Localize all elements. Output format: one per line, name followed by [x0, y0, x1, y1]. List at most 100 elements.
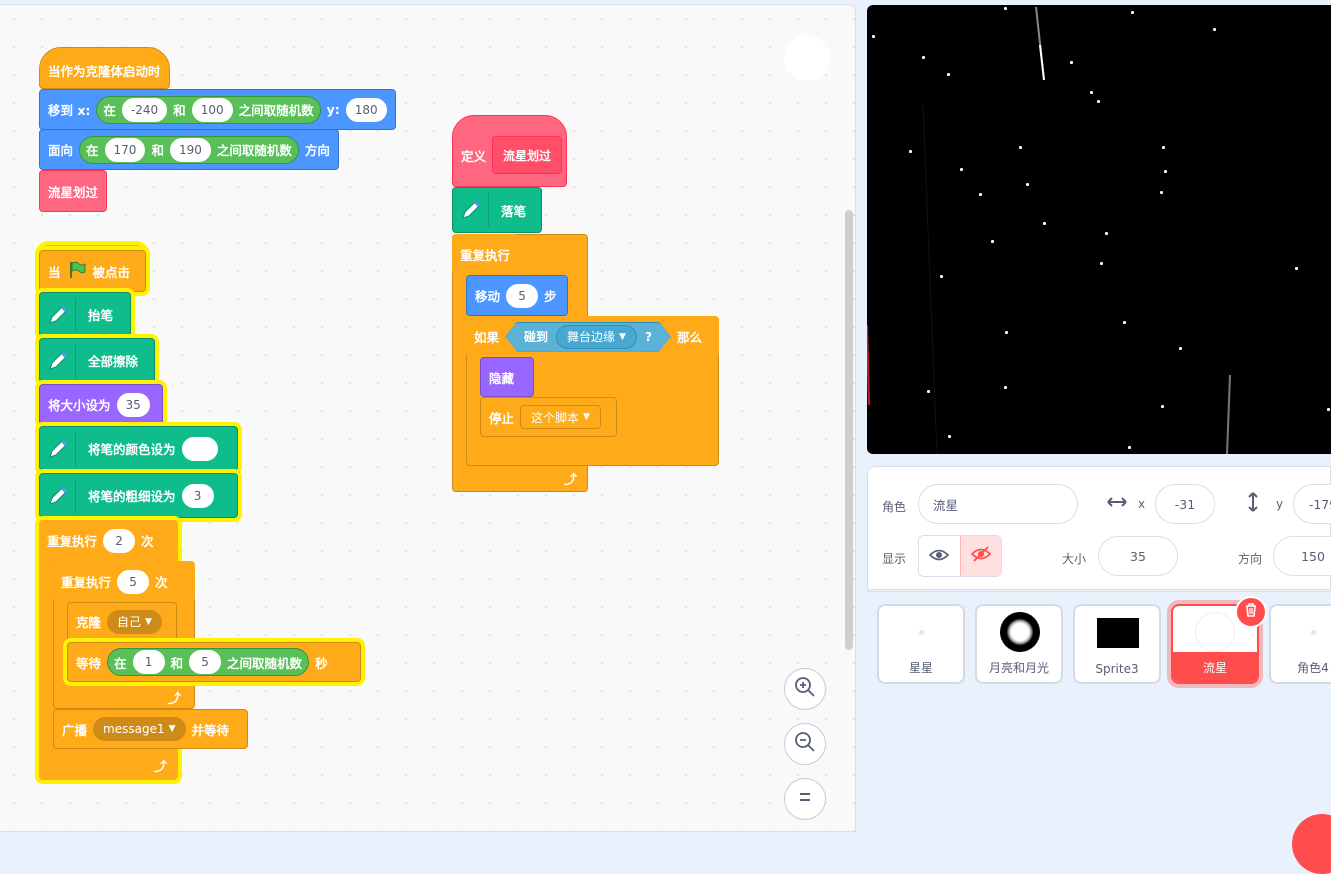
wait-block[interactable]: 等待 在 1 和 5 之间取随机数 秒 — [67, 642, 361, 682]
block-label: 重复执行 — [47, 534, 98, 549]
random-from-input[interactable]: -240 — [121, 97, 168, 122]
random-operator[interactable]: 在 1 和 5 之间取随机数 — [107, 648, 310, 676]
op-label: 在 — [103, 103, 116, 118]
random-to-input[interactable]: 100 — [191, 97, 233, 122]
random-from-input[interactable]: 170 — [104, 137, 146, 162]
when-flag-clicked-hat[interactable]: 当 被点击 — [39, 250, 146, 292]
workspace-scrollbar[interactable] — [845, 210, 853, 650]
block-label: 将大小设为 — [48, 398, 111, 413]
stage-canvas[interactable] — [867, 5, 1331, 454]
point-in-direction-block[interactable]: 面向 在 170 和 190 之间取随机数 方向 — [39, 129, 339, 170]
create-clone-block[interactable]: 克隆 自己 ▼ — [67, 602, 177, 641]
random-operator[interactable]: 在 -240 和 100 之间取随机数 — [96, 95, 321, 124]
caret-down-icon: ▼ — [168, 724, 176, 734]
star — [909, 150, 912, 153]
stop-block[interactable]: 停止 这个脚本 ▼ — [480, 397, 617, 437]
direction-input[interactable]: 150 — [1273, 536, 1331, 576]
sprite-tile-label: 月亮和月光 — [988, 661, 1049, 675]
touching-target-dropdown[interactable]: 舞台边缘 ▼ — [556, 325, 637, 349]
visibility-toggle — [918, 535, 1002, 577]
zoom-in-button[interactable] — [784, 668, 826, 710]
block-label: 移动 — [475, 289, 501, 304]
star — [947, 73, 950, 76]
set-pen-size-block[interactable]: 将笔的粗细设为 3 — [39, 473, 238, 518]
star — [1004, 386, 1007, 389]
repeat-count-input[interactable]: 2 — [103, 528, 136, 553]
star — [1004, 7, 1007, 10]
sprite-tile-label: 流星 — [1202, 661, 1227, 675]
star — [1123, 321, 1126, 324]
op-label: 之间取随机数 — [238, 103, 314, 118]
broadcast-message-dropdown[interactable]: message1 ▼ — [93, 717, 186, 741]
block-label: 方向 — [304, 143, 330, 158]
size-input[interactable]: 35 — [116, 392, 150, 417]
sprite-tile-moon[interactable]: 月亮和月光 — [975, 604, 1063, 684]
op-label: 和 — [151, 143, 164, 158]
custom-block-name: 流星划过 — [503, 148, 552, 163]
show-button[interactable] — [919, 536, 960, 576]
steps-input[interactable]: 5 — [506, 283, 539, 308]
block-label: 全部擦除 — [88, 354, 139, 369]
sprite-tile-sprite3[interactable]: Sprite3 — [1073, 604, 1161, 684]
random-to-input[interactable]: 5 — [189, 650, 222, 674]
delete-sprite-button[interactable] — [1235, 596, 1267, 628]
pen-size-input[interactable]: 3 — [181, 483, 214, 508]
block-label: 重复执行 — [460, 248, 511, 263]
sprite-list: 星星 月亮和月光 Sprite3 流星 角色4 — [867, 591, 1331, 874]
repeat-count-input[interactable]: 5 — [117, 569, 150, 594]
sprite-tile-star[interactable]: 星星 — [877, 604, 965, 684]
hide-button[interactable] — [959, 536, 1001, 576]
star — [1164, 170, 1167, 173]
op-label: 之间取随机数 — [216, 143, 292, 158]
block-label: 步 — [544, 289, 557, 304]
pen-down-block[interactable]: 落笔 — [452, 187, 542, 233]
block-label: 广播 — [62, 722, 88, 738]
x-input[interactable]: -31 — [1155, 484, 1215, 524]
star — [991, 240, 994, 243]
dropdown-value: message1 — [103, 722, 165, 736]
go-to-xy-block[interactable]: 移到 x: 在 -240 和 100 之间取随机数 y: 180 — [39, 89, 396, 130]
y-input[interactable]: 180 — [345, 97, 387, 122]
size-input[interactable]: 35 — [1098, 536, 1178, 576]
random-to-input[interactable]: 190 — [169, 137, 211, 162]
broadcast-and-wait-block[interactable]: 广播 message1 ▼ 并等待 — [53, 709, 248, 749]
zoom-reset-button[interactable] — [784, 778, 826, 820]
y-input[interactable]: -179 — [1293, 484, 1331, 524]
block-label: 落笔 — [501, 203, 527, 219]
star — [1295, 267, 1298, 270]
pen-icon — [40, 343, 76, 378]
block-label: 移到 x: — [48, 103, 91, 118]
block-label: 停止 — [489, 410, 515, 426]
pen-up-block[interactable]: 抬笔 — [39, 292, 131, 337]
color-swatch[interactable] — [181, 436, 218, 461]
move-steps-block[interactable]: 移动 5 步 — [466, 275, 568, 316]
sprite-thumbnail — [1097, 618, 1139, 648]
custom-block-prototype[interactable]: 流星划过 — [492, 136, 563, 174]
hide-block[interactable]: 隐藏 — [480, 357, 534, 397]
star — [1179, 347, 1182, 350]
when-i-start-as-clone-hat[interactable]: 当作为克隆体启动时 — [39, 47, 170, 89]
op-label: 在 — [114, 655, 127, 671]
sprite-tile-sprite4[interactable]: 角色4 — [1269, 604, 1331, 684]
x-label: x — [1138, 497, 1146, 511]
caret-down-icon: ▼ — [145, 616, 152, 627]
random-operator[interactable]: 在 170 和 190 之间取随机数 — [79, 135, 299, 164]
add-sprite-button[interactable] — [1292, 814, 1331, 874]
sprite-name-input[interactable]: 流星 — [918, 484, 1078, 524]
meteor-trail — [922, 104, 938, 454]
zoom-out-button[interactable] — [784, 723, 826, 765]
touching-sensing-block[interactable]: 碰到 舞台边缘 ▼ ? — [505, 322, 671, 352]
block-label: 流星划过 — [48, 184, 99, 200]
call-meteor-block[interactable]: 流星划过 — [39, 170, 108, 212]
code-workspace[interactable]: 当作为克隆体启动时 移到 x: 在 -240 和 100 之间取随机数 y: 1… — [0, 4, 856, 832]
define-block[interactable]: 定义 流星划过 — [452, 115, 567, 187]
random-from-input[interactable]: 1 — [132, 650, 165, 674]
set-size-block[interactable]: 将大小设为 35 — [39, 384, 163, 425]
erase-all-block[interactable]: 全部擦除 — [39, 338, 155, 383]
zoom-in-icon — [794, 676, 816, 702]
block-label: 抬笔 — [88, 308, 114, 323]
clone-target-dropdown[interactable]: 自己 ▼ — [107, 609, 162, 634]
stop-option-dropdown[interactable]: 这个脚本 ▼ — [520, 405, 601, 429]
loop-arrow-icon: ⤴ — [168, 692, 182, 707]
set-pen-color-block[interactable]: 将笔的颜色设为 — [39, 426, 238, 471]
